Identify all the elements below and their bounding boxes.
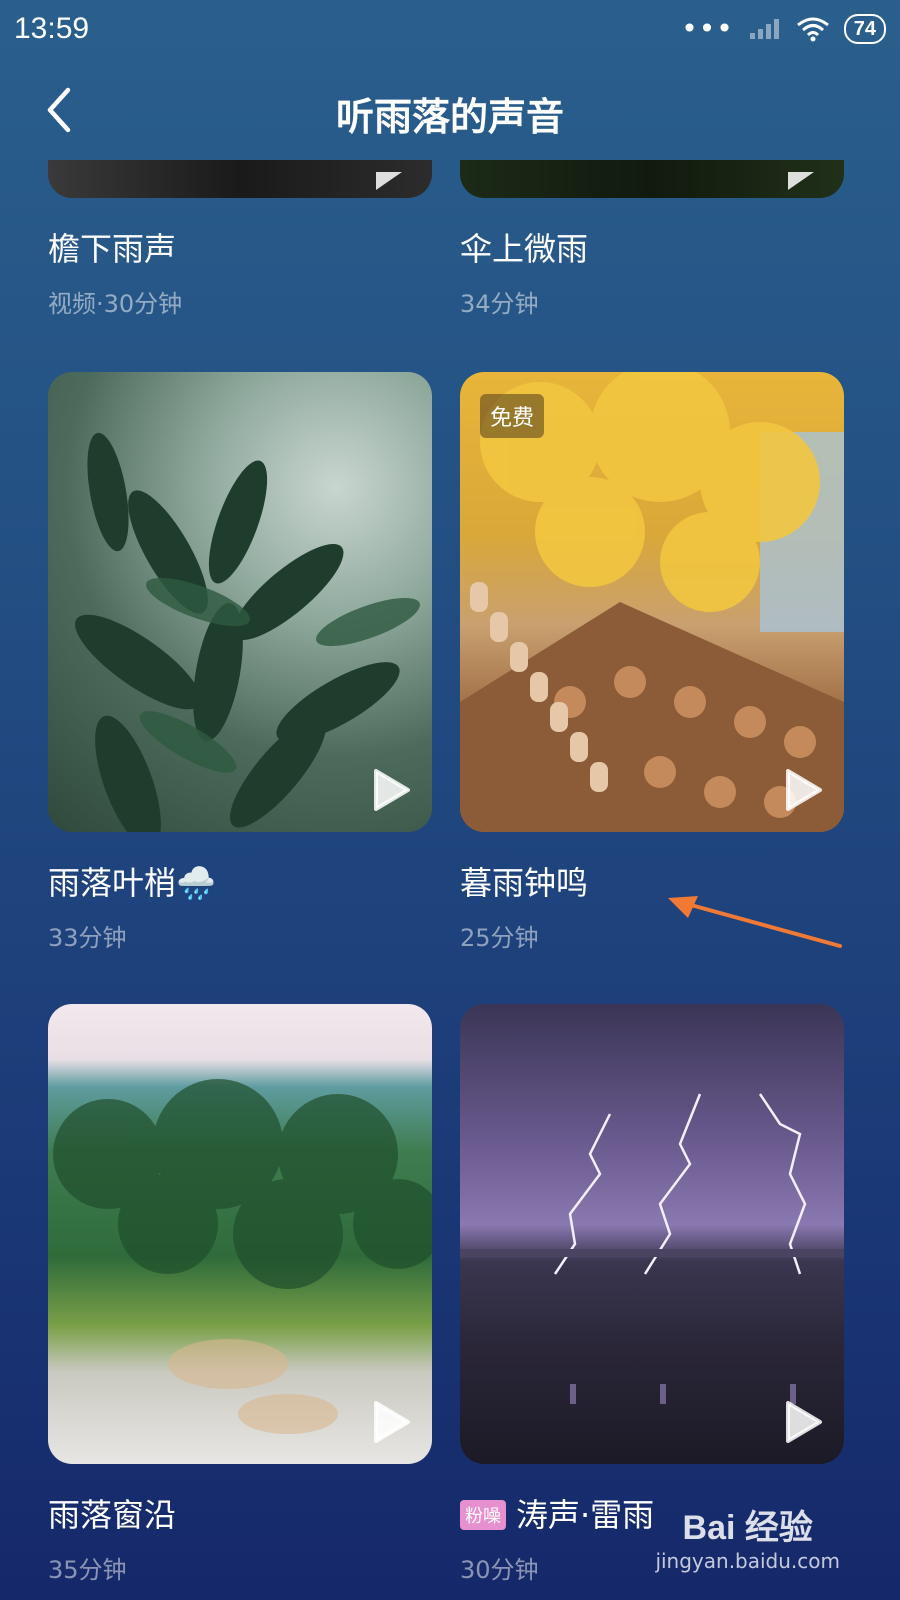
card-title-text: 雨落叶梢 bbox=[48, 864, 177, 902]
leaves-image bbox=[75, 432, 420, 832]
card-subtitle: 视频·30分钟 bbox=[48, 290, 183, 318]
watermark-logo: Bai 经验 bbox=[682, 1509, 813, 1547]
watermark-url: jingyan.baidu.com bbox=[655, 1549, 840, 1573]
card-title: 伞上微雨 bbox=[460, 230, 589, 268]
card-thumbnail[interactable] bbox=[460, 1004, 844, 1464]
sound-card-3[interactable]: 雨落叶梢🌧️ 33分钟 bbox=[48, 372, 432, 953]
card-thumbnail[interactable] bbox=[48, 160, 432, 198]
card-subtitle: 33分钟 bbox=[48, 924, 127, 952]
play-icon[interactable] bbox=[372, 160, 412, 198]
play-icon[interactable] bbox=[372, 1400, 412, 1444]
sound-card-5[interactable]: 雨落窗沿 35分钟 bbox=[48, 1004, 432, 1585]
play-icon[interactable] bbox=[372, 768, 412, 812]
signal-icon bbox=[749, 19, 779, 39]
battery-icon: 74 bbox=[843, 14, 886, 44]
play-icon[interactable] bbox=[784, 768, 824, 812]
free-badge: 免费 bbox=[480, 394, 545, 438]
card-subtitle: 35分钟 bbox=[48, 1556, 127, 1584]
dots-icon: ••• bbox=[681, 12, 734, 45]
sound-card-2[interactable]: 伞上微雨 34分钟 bbox=[460, 160, 844, 319]
card-title: 雨落窗沿 bbox=[48, 1496, 177, 1534]
card-thumbnail[interactable]: 免费 bbox=[460, 372, 844, 832]
sound-card-1[interactable]: 檐下雨声 视频·30分钟 bbox=[48, 160, 432, 319]
status-bar: 13:59 ••• 74 bbox=[0, 0, 900, 64]
card-title: 雨落叶梢🌧️ bbox=[48, 858, 432, 904]
sound-card-4[interactable]: 免费 暮雨钟鸣 25分钟 bbox=[460, 372, 844, 953]
sound-card-6[interactable]: 粉噪 涛声·雷雨 30分钟 bbox=[460, 1004, 844, 1585]
status-icons: ••• 74 bbox=[681, 14, 886, 44]
card-title: 檐下雨声 bbox=[48, 230, 177, 268]
wifi-icon bbox=[796, 17, 829, 42]
card-title-text: 涛声·雷雨 bbox=[516, 1496, 655, 1534]
rain-cloud-icon: 🌧️ bbox=[176, 864, 216, 902]
card-subtitle: 34分钟 bbox=[460, 290, 539, 318]
card-thumbnail[interactable] bbox=[460, 160, 844, 198]
ginkgo-roof-image bbox=[460, 372, 844, 832]
lightning-image bbox=[460, 1093, 844, 1404]
card-thumbnail[interactable] bbox=[48, 1004, 432, 1464]
page-title: 听雨落的声音 bbox=[335, 95, 564, 139]
pink-noise-tag: 粉噪 bbox=[460, 1500, 506, 1530]
play-icon[interactable] bbox=[784, 1400, 824, 1444]
play-icon[interactable] bbox=[784, 160, 824, 198]
header: 听雨落的声音 bbox=[0, 64, 900, 154]
card-thumbnail[interactable] bbox=[48, 372, 432, 832]
baidu-watermark: Bai 经验 jingyan.baidu.com bbox=[655, 1500, 840, 1573]
status-time: 13:59 bbox=[14, 12, 90, 45]
annotation-arrow bbox=[668, 896, 842, 948]
window-rain-image bbox=[53, 1079, 432, 1434]
